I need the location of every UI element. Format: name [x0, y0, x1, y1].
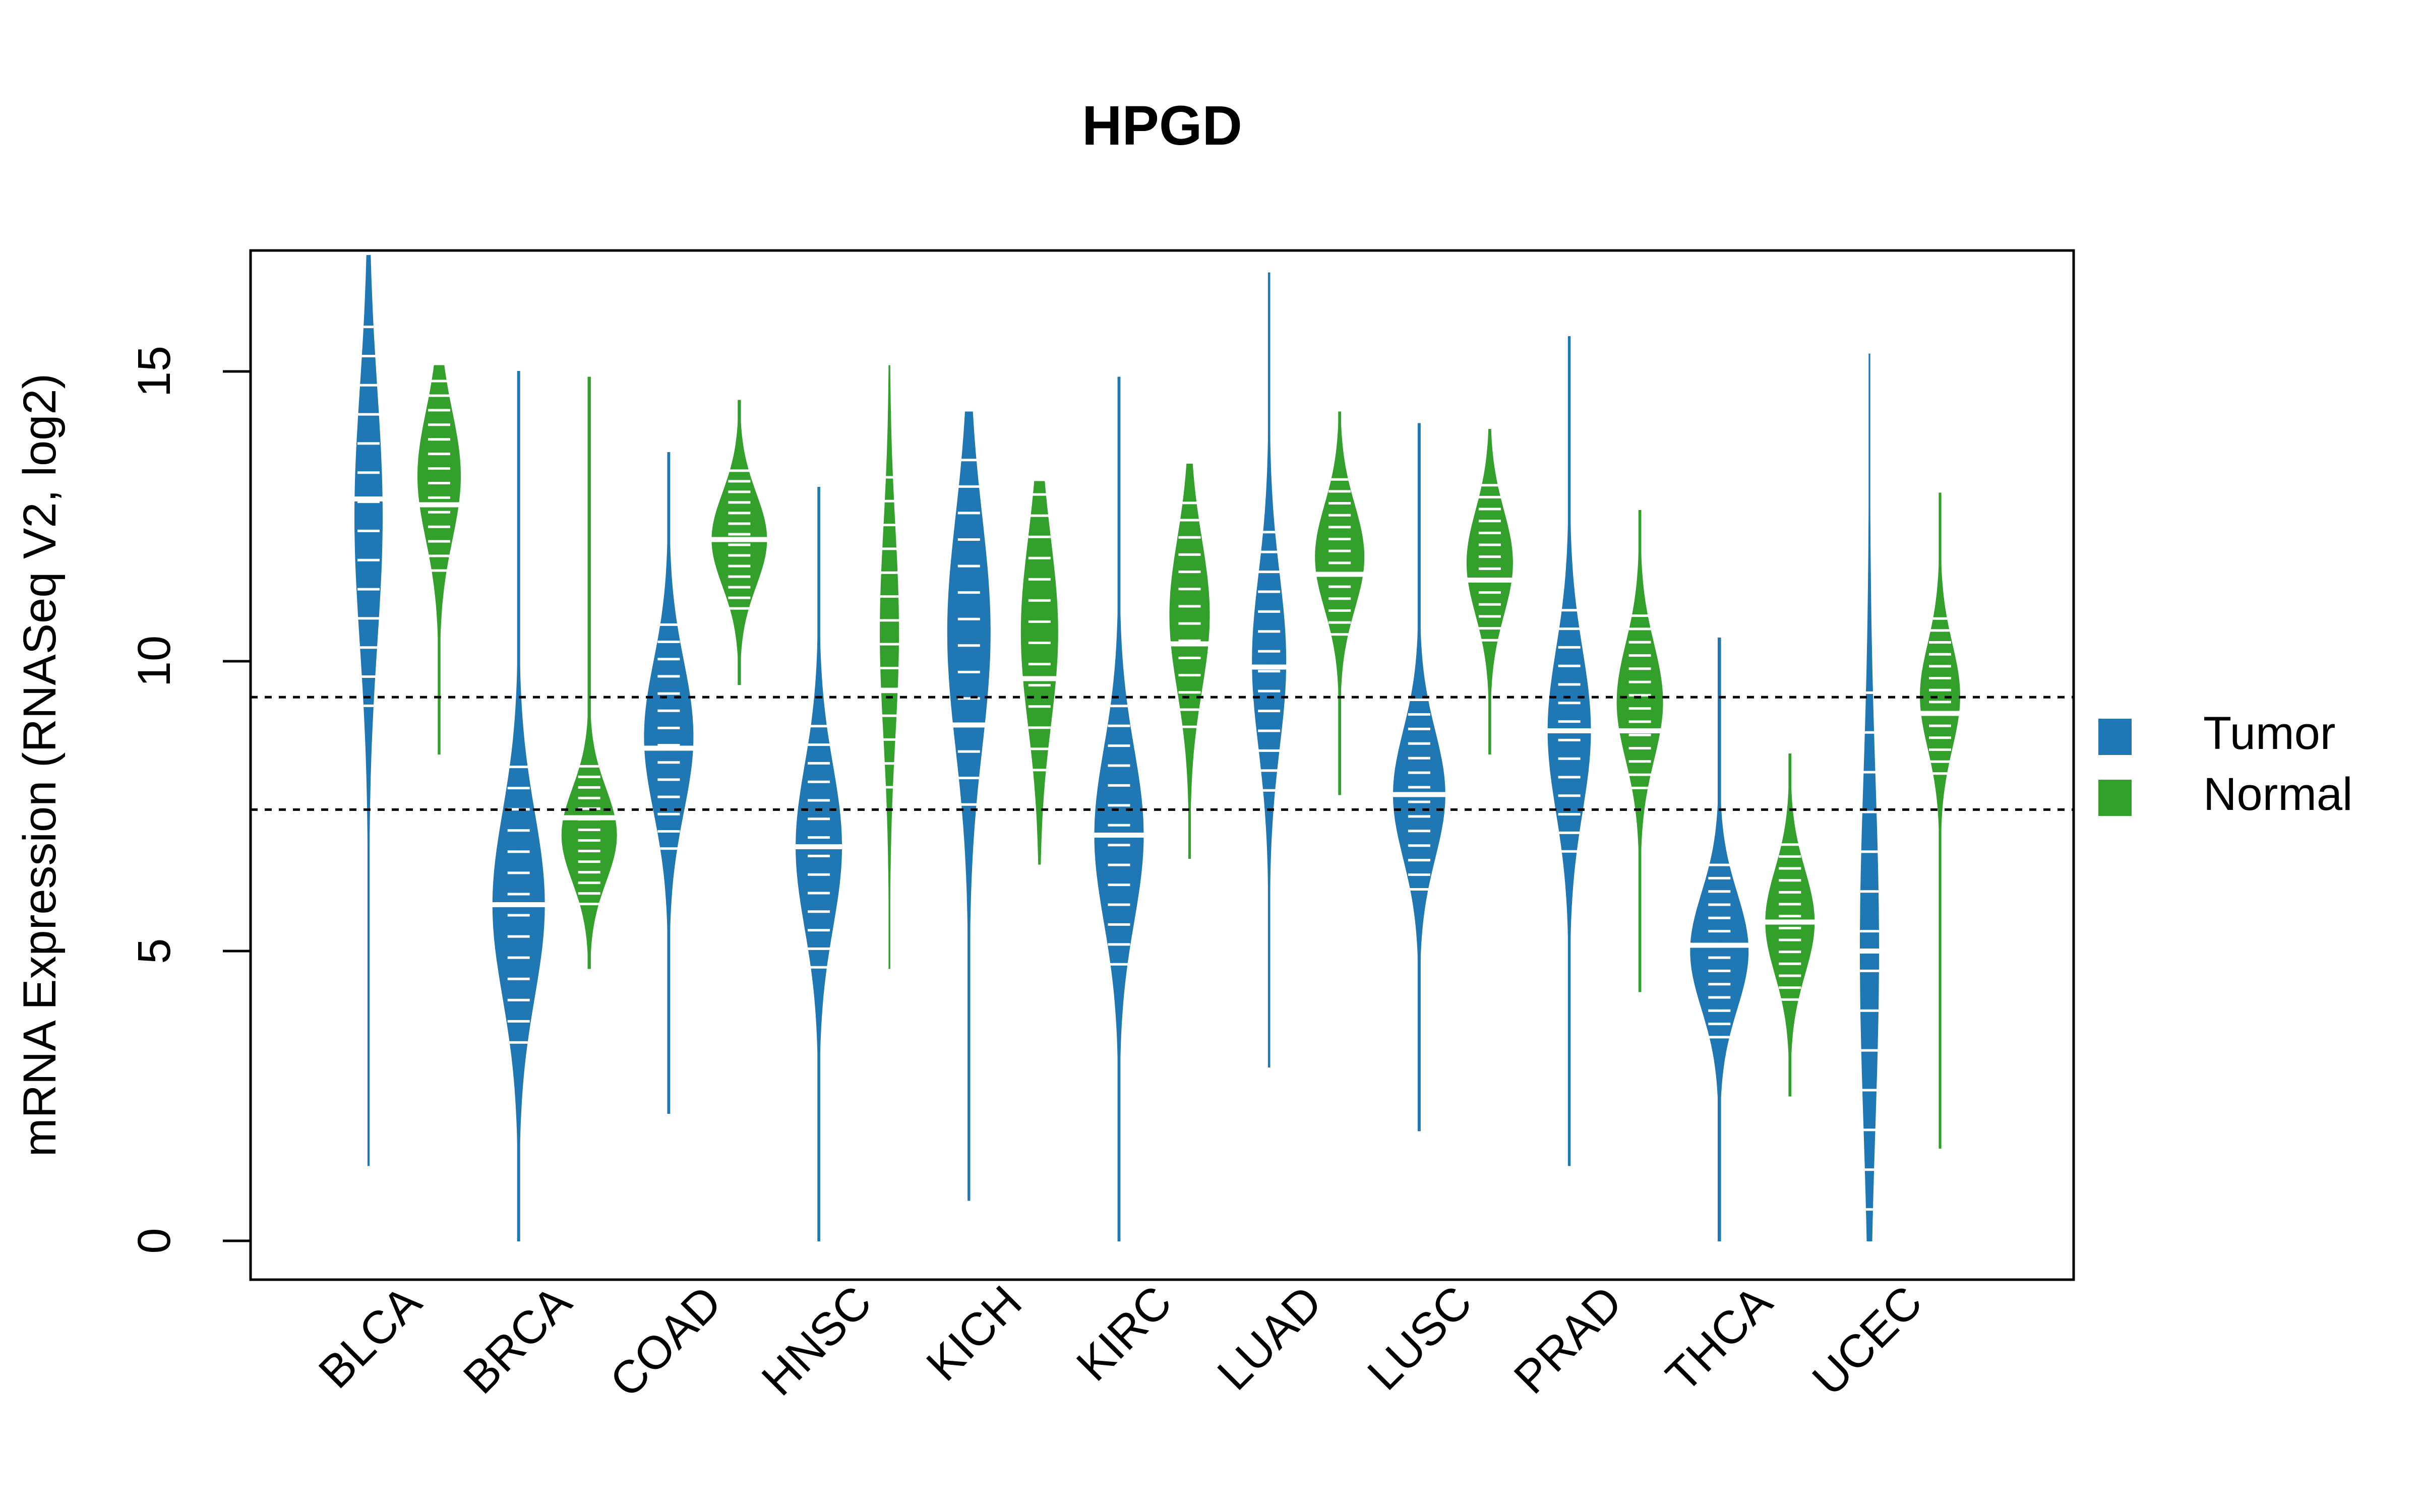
y-tick-label: 15: [129, 346, 180, 397]
legend-swatch-normal: [2098, 780, 2132, 816]
x-tick-label: HNSC: [752, 1276, 881, 1405]
violin-normal-prad: [1613, 510, 1667, 992]
violin-normal-thca: [1762, 753, 1819, 1097]
chart-title: HPGD: [1082, 95, 1242, 157]
x-tick-label: LUAD: [1208, 1276, 1332, 1400]
violin-tumor-brca: [489, 371, 549, 1241]
y-tick-label: 10: [129, 636, 180, 687]
x-tick-label: LUSC: [1358, 1276, 1482, 1400]
x-tick-label: BRCA: [454, 1276, 581, 1404]
y-axis-label: mRNA Expression (RNASeq V2, log2): [14, 373, 66, 1157]
legend-swatch-tumor: [2098, 719, 2132, 755]
violin-tumor-kich: [943, 411, 994, 1201]
legend-label-normal: Normal: [2203, 769, 2352, 820]
violin-tumor-blca: [351, 255, 386, 1166]
violin-tumor-luad: [1248, 272, 1290, 1067]
legend: Tumor Normal: [2098, 708, 2352, 820]
violin-tumor-lusc: [1389, 423, 1449, 1131]
violin-normal-blca: [414, 365, 464, 754]
x-tick-label: THCA: [1656, 1276, 1782, 1402]
x-tick-label: COAD: [600, 1276, 731, 1407]
violin-tumor-thca: [1686, 638, 1752, 1241]
y-tick-label: 5: [129, 938, 180, 964]
violin-normal-lusc: [1463, 429, 1517, 754]
violin-normal-kirc: [1166, 464, 1214, 859]
violin-tumor-coad: [640, 452, 697, 1114]
violin-tumor-hnsc: [792, 487, 846, 1241]
violin-normal-coad: [708, 400, 771, 685]
x-tick-label: KIRC: [1067, 1276, 1182, 1391]
violin-chart: HPGD mRNA Expression (RNASeq V2, log2) 0…: [14, 95, 2352, 1408]
violin-tumor-ucec: [1856, 353, 1883, 1241]
legend-label-tumor: Tumor: [2203, 708, 2335, 759]
y-axis: 0 5 10 15: [129, 346, 251, 1254]
x-axis: BLCA BRCA COAD HNSC KICH KIRC LUAD LUSC PRAD THCA…: [309, 1276, 1932, 1408]
x-tick-label: BLCA: [309, 1276, 432, 1399]
violin-normal-ucec: [1916, 492, 1964, 1149]
x-tick-label: KICH: [917, 1276, 1032, 1391]
violins-layer: [351, 255, 1964, 1241]
violin-normal-brca: [558, 376, 621, 969]
violin-normal-kich: [1017, 481, 1062, 865]
violin-normal-luad: [1311, 411, 1368, 795]
x-tick-label: PRAD: [1504, 1276, 1632, 1404]
x-tick-label: UCEC: [1803, 1276, 1932, 1405]
violin-normal-hnsc: [876, 365, 903, 969]
violin-tumor-prad: [1544, 336, 1595, 1166]
y-tick-label: 0: [129, 1228, 180, 1253]
